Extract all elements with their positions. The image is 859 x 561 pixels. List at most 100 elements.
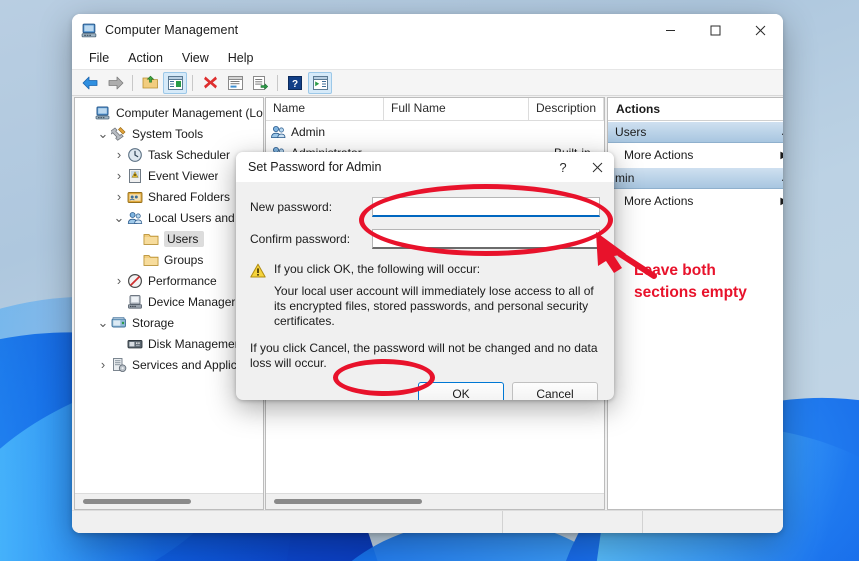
up-one-level-button[interactable]: [138, 72, 162, 94]
actions-group-title: min: [615, 171, 635, 185]
table-row[interactable]: Admin: [266, 121, 604, 142]
action-pane-icon: [312, 75, 328, 90]
minimize-icon: [666, 29, 675, 31]
forward-icon: [108, 76, 123, 89]
action-item-label: More Actions: [624, 148, 694, 162]
actions-group-title: Users: [615, 125, 647, 139]
event-viewer-icon: [129, 168, 141, 183]
status-bar-section-3: [643, 511, 783, 534]
console-tree-scrollarea[interactable]: Computer Management (Local ⌄ System Tools ›…: [75, 98, 263, 493]
close-button[interactable]: [738, 14, 783, 46]
action-more-actions[interactable]: More Actions ▶: [608, 143, 783, 167]
chevron-right-icon[interactable]: ›: [111, 273, 127, 288]
user-icon: [271, 125, 286, 138]
cell-name: Admin: [291, 124, 326, 139]
chevron-up-icon[interactable]: ▲: [780, 173, 783, 183]
chevron-right-icon[interactable]: ›: [111, 147, 127, 162]
forward-button[interactable]: [103, 72, 127, 94]
new-password-input[interactable]: [372, 197, 600, 217]
window-titlebar[interactable]: Computer Management: [72, 14, 783, 46]
dialog-titlebar[interactable]: Set Password for Admin ?: [236, 152, 614, 182]
chevron-up-icon[interactable]: ▲: [780, 127, 783, 137]
dialog-button-row: OK Cancel: [236, 371, 614, 400]
tree-item-computer-management-local[interactable]: Computer Management (Local: [77, 102, 263, 123]
performance-icon: [127, 273, 143, 288]
chevron-down-icon[interactable]: ⌄: [111, 211, 127, 224]
toolbar-separator-2: [192, 74, 193, 91]
status-bar: [72, 510, 783, 533]
device-manager-icon: [127, 294, 142, 309]
tree-item-label: Shared Folders: [148, 189, 231, 204]
new-password-label: New password:: [250, 200, 333, 214]
tree-scroll-thumb[interactable]: [83, 499, 191, 504]
confirm-password-label: Confirm password:: [250, 232, 351, 246]
services-icon: [113, 357, 127, 372]
export-list-button[interactable]: [248, 72, 272, 94]
column-header-full-name[interactable]: Full Name: [384, 98, 529, 120]
menu-action[interactable]: Action: [119, 49, 172, 67]
actions-groups: Users ▲ More Actions ▶ min ▲ More Actions ▶: [608, 121, 783, 213]
menu-file[interactable]: File: [80, 49, 118, 67]
local-users-icon: [127, 211, 143, 224]
list-horizontal-scrollbar[interactable]: [266, 493, 605, 509]
actions-group-header-2[interactable]: min ▲: [608, 167, 783, 189]
maximize-button[interactable]: [693, 14, 738, 46]
chevron-right-icon: ▶: [780, 196, 783, 207]
console-tree-icon: [167, 75, 183, 90]
close-icon: [592, 162, 602, 172]
dialog-close-button[interactable]: [580, 152, 614, 182]
warning-heading: If you click OK, the following will occu…: [274, 262, 481, 276]
tree-item-label: Performance: [148, 273, 217, 288]
delete-icon: [203, 76, 217, 89]
tree-item-label: Users: [164, 230, 205, 247]
column-header-description[interactable]: Description: [529, 98, 605, 120]
tree-item-label: Task Scheduler: [148, 147, 231, 162]
properties-button[interactable]: [223, 72, 247, 94]
menu-view[interactable]: View: [173, 49, 218, 67]
actions-pane-title: Actions: [608, 98, 783, 121]
help-icon: ?: [288, 75, 302, 90]
tree-item-label: Storage: [132, 315, 175, 330]
actions-pane: Actions Users ▲ More Actions ▶ min ▲ More Acti…: [607, 97, 783, 510]
delete-button[interactable]: [198, 72, 222, 94]
export-list-icon: [252, 75, 268, 90]
chevron-down-icon[interactable]: ⌄: [95, 127, 111, 140]
chevron-down-icon[interactable]: ⌄: [95, 316, 111, 329]
tree-item-label: Device Manager: [148, 294, 236, 309]
menu-help[interactable]: Help: [219, 49, 263, 67]
actions-group-header-1[interactable]: Users ▲: [608, 121, 783, 143]
back-button[interactable]: [78, 72, 102, 94]
window-title: Computer Management: [105, 23, 239, 37]
cancel-button[interactable]: Cancel: [512, 381, 598, 400]
ok-button[interactable]: OK: [418, 381, 504, 400]
tree-item-label: System Tools: [132, 126, 204, 141]
folder-icon: [143, 254, 159, 266]
toolbar-separator-3: [277, 74, 278, 91]
computer-management-icon: [81, 23, 97, 37]
chevron-right-icon[interactable]: ›: [111, 168, 127, 183]
disk-management-icon: [127, 339, 143, 348]
show-hide-action-pane-button[interactable]: [308, 71, 332, 94]
minimize-button[interactable]: [648, 14, 693, 46]
set-password-dialog: Set Password for Admin ? New password: C…: [236, 152, 614, 400]
dialog-help-button[interactable]: ?: [546, 152, 580, 182]
back-icon: [82, 76, 97, 89]
properties-icon: [227, 75, 243, 90]
menubar: File Action View Help: [72, 46, 783, 70]
confirm-password-input[interactable]: [372, 229, 600, 249]
tree-horizontal-scrollbar[interactable]: [75, 493, 263, 509]
tree-item-system-tools[interactable]: ⌄ System Tools: [77, 123, 263, 144]
status-bar-message: [72, 510, 503, 533]
show-hide-console-tree-button[interactable]: [163, 71, 187, 94]
system-tools-icon: [111, 126, 126, 141]
tree-item-label: Disk Management: [148, 336, 245, 351]
chevron-right-icon[interactable]: ›: [111, 189, 127, 204]
shared-folders-icon: [127, 191, 143, 203]
list-scroll-thumb[interactable]: [274, 499, 422, 504]
help-button[interactable]: ?: [283, 72, 307, 94]
cancel-note: If you click Cancel, the password will n…: [250, 341, 598, 370]
action-more-actions[interactable]: More Actions ▶: [608, 189, 783, 213]
chevron-right-icon[interactable]: ›: [95, 357, 111, 372]
column-header-name[interactable]: Name: [266, 98, 384, 120]
dialog-body: New password: Confirm password: If you c…: [236, 182, 614, 371]
